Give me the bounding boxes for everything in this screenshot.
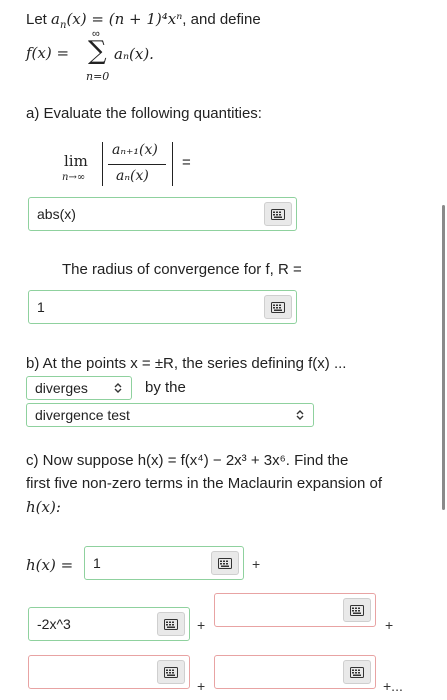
part-c-line1: c) Now suppose h(x) = f(x⁴) − 2x³ + 3x⁶.… xyxy=(26,452,349,469)
sum-term: aₙ(x). xyxy=(114,45,154,63)
f-definition: f(x) = ∞ ∑ n=0 aₙ(x). xyxy=(26,28,226,86)
test-select-value: divergence test xyxy=(35,407,130,423)
keyboard-icon[interactable] xyxy=(343,660,371,684)
f-label: f(x) = xyxy=(26,44,70,62)
plus-sign: + xyxy=(385,617,394,633)
part-b-heading: b) At the points x = ±R, the series defi… xyxy=(26,355,347,372)
term3-input[interactable] xyxy=(214,593,376,627)
plus-sign: + xyxy=(252,556,261,572)
abs-bar-right xyxy=(172,142,173,186)
scrollbar[interactable] xyxy=(442,205,445,510)
test-select[interactable]: divergence test xyxy=(26,403,314,427)
by-the-text: by the xyxy=(145,379,186,396)
part-a-heading: a) Evaluate the following quantities: xyxy=(26,105,262,122)
convergence-select[interactable]: diverges xyxy=(26,376,132,400)
abs-bar-left xyxy=(102,142,103,186)
keyboard-icon[interactable] xyxy=(264,202,292,226)
intro-middle: , and define xyxy=(182,11,261,28)
keyboard-icon[interactable] xyxy=(343,598,371,622)
sum-lower: n=0 xyxy=(86,70,110,83)
part-c-line2: first five non-zero terms in the Maclaur… xyxy=(26,475,382,492)
term1-input[interactable]: 1 xyxy=(84,546,244,580)
limit-equals: = xyxy=(182,154,191,171)
plus-sign: + xyxy=(197,678,206,694)
keyboard-icon[interactable] xyxy=(157,660,185,684)
intro-prefix: Let xyxy=(26,11,52,28)
answer-limit-value: abs(x) xyxy=(37,206,76,222)
radius-text: The radius of convergence for f, R = xyxy=(62,261,302,278)
sigma-icon: ∑ xyxy=(88,36,107,66)
an-symbol: an(x) = xyxy=(51,10,109,31)
lim-label: lim xyxy=(64,152,88,170)
keyboard-icon[interactable] xyxy=(264,295,292,319)
radius-value: 1 xyxy=(37,299,45,315)
convergence-select-value: diverges xyxy=(35,380,88,396)
an-definition: (n + 1)⁴xⁿ xyxy=(108,10,183,28)
h-label: h(x) = xyxy=(26,556,74,574)
select-chevron-icon xyxy=(113,382,123,394)
radius-input[interactable]: 1 xyxy=(28,290,297,324)
term4-input[interactable] xyxy=(28,655,190,689)
keyboard-icon[interactable] xyxy=(157,612,185,636)
answer-limit-input[interactable]: abs(x) xyxy=(28,197,297,231)
intro-line: Let an(x) = (n + 1)⁴xⁿ, and define xyxy=(26,10,261,31)
term2-input[interactable]: -2x^3 xyxy=(28,607,190,641)
part-c-line3: h(x): xyxy=(26,498,61,516)
term5-input[interactable] xyxy=(214,655,376,689)
fraction-bar xyxy=(108,164,166,165)
select-chevron-icon xyxy=(295,409,305,421)
ellipsis-terms: +... xyxy=(383,678,403,694)
keyboard-icon[interactable] xyxy=(211,551,239,575)
limit-expression: lim n→∞ aₙ₊₁(x) aₙ(x) = xyxy=(60,138,200,190)
term1-value: 1 xyxy=(93,555,101,571)
fraction-denominator: aₙ(x) xyxy=(116,168,149,184)
plus-sign: + xyxy=(197,617,206,633)
lim-subscript: n→∞ xyxy=(62,172,86,183)
term2-value: -2x^3 xyxy=(37,616,71,632)
fraction-numerator: aₙ₊₁(x) xyxy=(112,142,158,158)
